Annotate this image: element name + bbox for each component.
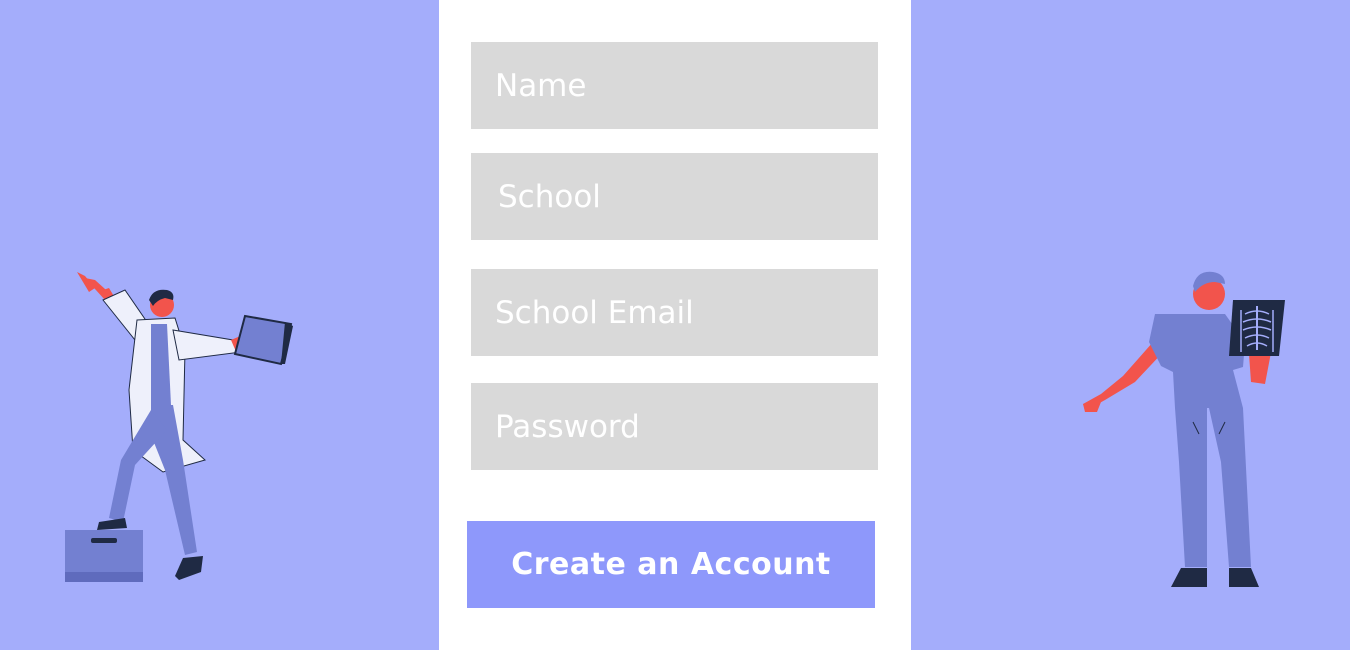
signup-page: Create an Account — [0, 0, 1350, 650]
briefcase-icon — [65, 530, 143, 582]
doctor-with-clipboard-illustration — [65, 272, 293, 582]
school-email-input[interactable] — [471, 269, 878, 356]
signup-form-panel: Create an Account — [439, 0, 911, 650]
clipboard-icon — [233, 314, 293, 366]
xray-icon — [1229, 300, 1285, 356]
password-input[interactable] — [471, 383, 878, 470]
create-account-button[interactable]: Create an Account — [467, 521, 875, 608]
name-input[interactable] — [471, 42, 878, 129]
school-input[interactable] — [471, 153, 878, 240]
doctor-with-xray-illustration — [1083, 271, 1285, 587]
